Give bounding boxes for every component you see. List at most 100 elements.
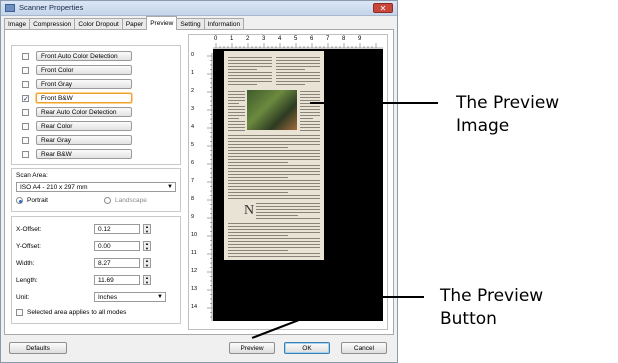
preview-image-canvas[interactable]: N: [213, 49, 383, 321]
preview-button[interactable]: Preview: [229, 342, 275, 354]
mode-button-rear-bw[interactable]: Rear B&W: [36, 149, 132, 159]
top-ruler-label: 4: [278, 36, 282, 42]
page-text-line: [228, 183, 320, 185]
page-text-line: [300, 112, 320, 114]
spin-arrows-icon[interactable]: ▲ ▼: [143, 258, 151, 268]
offset-group: X-Offset: 0.12 ▲ ▼ Y-Offset: 0.00 ▲ ▼ Widt…: [11, 216, 181, 324]
width-input[interactable]: 8.27 ▲ ▼: [94, 258, 151, 268]
mode-checkbox[interactable]: [22, 66, 29, 74]
close-button[interactable]: ✕: [373, 3, 393, 13]
page-text-line: [228, 229, 320, 231]
mode-button-front-auto-color[interactable]: Front Auto Color Detection: [36, 51, 132, 61]
scan-area-group: Scan Area: ISO A4 - 210 x 297 mm ▼ Portr…: [11, 168, 181, 212]
page-text-line: [228, 84, 257, 86]
page-text-line: [228, 103, 240, 105]
mode-checkbox[interactable]: [22, 122, 29, 130]
mode-button-rear-auto-color[interactable]: Rear Auto Color Detection: [36, 107, 132, 117]
page-text-line: [228, 66, 272, 68]
page-text-line: [300, 97, 320, 99]
mode-row-rear-color: Rear Color: [22, 121, 132, 131]
page-text-line: [300, 118, 313, 120]
unit-label: Unit:: [16, 294, 30, 301]
scanner-properties-window: Scanner Properties ✕ Image Compression C…: [0, 0, 398, 363]
checkmark-icon: ✓: [23, 95, 29, 103]
spin-arrows-icon[interactable]: ▲ ▼: [143, 241, 151, 251]
mode-button-front-gray[interactable]: Front Gray: [36, 79, 132, 89]
y-offset-input[interactable]: 0.00 ▲ ▼: [94, 241, 151, 251]
unit-select[interactable]: Inches ▼: [94, 292, 166, 302]
top-ruler-label: 7: [326, 36, 330, 42]
page-text-line: [228, 81, 272, 83]
mode-button-rear-gray[interactable]: Rear Gray: [36, 135, 132, 145]
mode-checkbox[interactable]: [22, 136, 29, 144]
width-value: 8.27: [98, 260, 111, 267]
mode-checkbox[interactable]: [22, 80, 29, 88]
page-text-line: [256, 215, 298, 217]
portrait-label: Portrait: [27, 197, 48, 204]
cancel-button[interactable]: Cancel: [341, 342, 387, 354]
page-text-line: [228, 256, 320, 258]
length-input[interactable]: 11.69 ▲ ▼: [94, 275, 151, 285]
left-ruler-label: 6: [191, 160, 195, 166]
scanner-app-icon: [5, 4, 15, 12]
mode-button-front-color[interactable]: Front Color: [36, 65, 132, 75]
portrait-radio[interactable]: Portrait: [16, 197, 48, 204]
page-text-line: [228, 112, 245, 114]
left-ruler-label: 13: [191, 286, 198, 292]
page-text-line: [256, 218, 320, 220]
length-label: Length:: [16, 277, 38, 284]
defaults-button[interactable]: Defaults: [9, 342, 67, 354]
page-text-line: [228, 75, 272, 77]
x-offset-input[interactable]: 0.12 ▲ ▼: [94, 224, 151, 234]
preview-button-callout: The Preview Button: [440, 285, 543, 331]
mode-checkbox[interactable]: [22, 150, 29, 158]
page-text-line: [228, 138, 320, 140]
landscape-radio[interactable]: Landscape: [104, 197, 147, 204]
y-offset-label: Y-Offset:: [16, 243, 41, 250]
mode-checkbox[interactable]: [22, 108, 29, 116]
page-text-line: [228, 63, 272, 65]
page-text-line: [300, 94, 320, 96]
preview-image-callout-line2: Image: [456, 116, 510, 136]
page-text-line: [228, 171, 320, 173]
preview-area[interactable]: 0123456789 0 1 2 3 4 5 6 7 8 9 10 11 12 13 14 N: [188, 34, 388, 330]
page-text-line: [228, 238, 320, 240]
page-text-line: [276, 84, 305, 86]
length-value: 11.69: [98, 277, 114, 284]
spin-arrows-icon[interactable]: ▲ ▼: [143, 224, 151, 234]
ok-button[interactable]: OK: [284, 342, 330, 354]
page-text-line: [228, 135, 320, 137]
page-text-line: [300, 121, 320, 123]
page-text-line: [228, 150, 320, 152]
page-text-line: [228, 232, 320, 234]
mode-checkbox[interactable]: [22, 52, 29, 60]
page-text-line: [228, 153, 320, 155]
page-text-line: [228, 118, 240, 120]
mode-button-rear-color[interactable]: Rear Color: [36, 121, 132, 131]
page-text-line: [228, 147, 288, 149]
left-ruler-label: 10: [191, 232, 198, 238]
unit-value: Inches: [98, 294, 118, 301]
left-ruler-labels: 0 1 2 3 4 5 6 7 8 9 10 11 12 13 14: [191, 49, 203, 321]
applies-all-modes-checkbox[interactable]: Selected area applies to all modes: [16, 309, 126, 316]
page-text-line: [276, 57, 320, 59]
page-text-line: [228, 97, 245, 99]
top-ruler-label: 3: [262, 36, 266, 42]
spin-arrows-icon[interactable]: ▲ ▼: [143, 275, 151, 285]
page-text-line: [276, 78, 320, 80]
tab-preview[interactable]: Preview: [146, 16, 178, 30]
left-ruler-label: 9: [191, 214, 195, 220]
preview-image-callout: The Preview Image: [456, 92, 559, 138]
mode-row-rear-gray: Rear Gray: [22, 135, 132, 145]
mode-button-front-bw[interactable]: Front B&W: [36, 93, 132, 103]
page-text-line: [228, 195, 320, 197]
page-text-line: [228, 177, 288, 179]
mode-row-rear-bw: Rear B&W: [22, 149, 132, 159]
mode-checkbox-checked[interactable]: ✓: [22, 94, 29, 103]
page-text-line: [256, 209, 320, 211]
width-label: Width:: [16, 260, 35, 267]
left-ruler-label: 14: [191, 304, 198, 310]
scan-area-select[interactable]: ISO A4 - 210 x 297 mm ▼: [16, 182, 176, 192]
left-ruler-label: 2: [191, 88, 195, 94]
tab-strip: Image Compression Color Dropout Paper Pr…: [4, 16, 245, 30]
